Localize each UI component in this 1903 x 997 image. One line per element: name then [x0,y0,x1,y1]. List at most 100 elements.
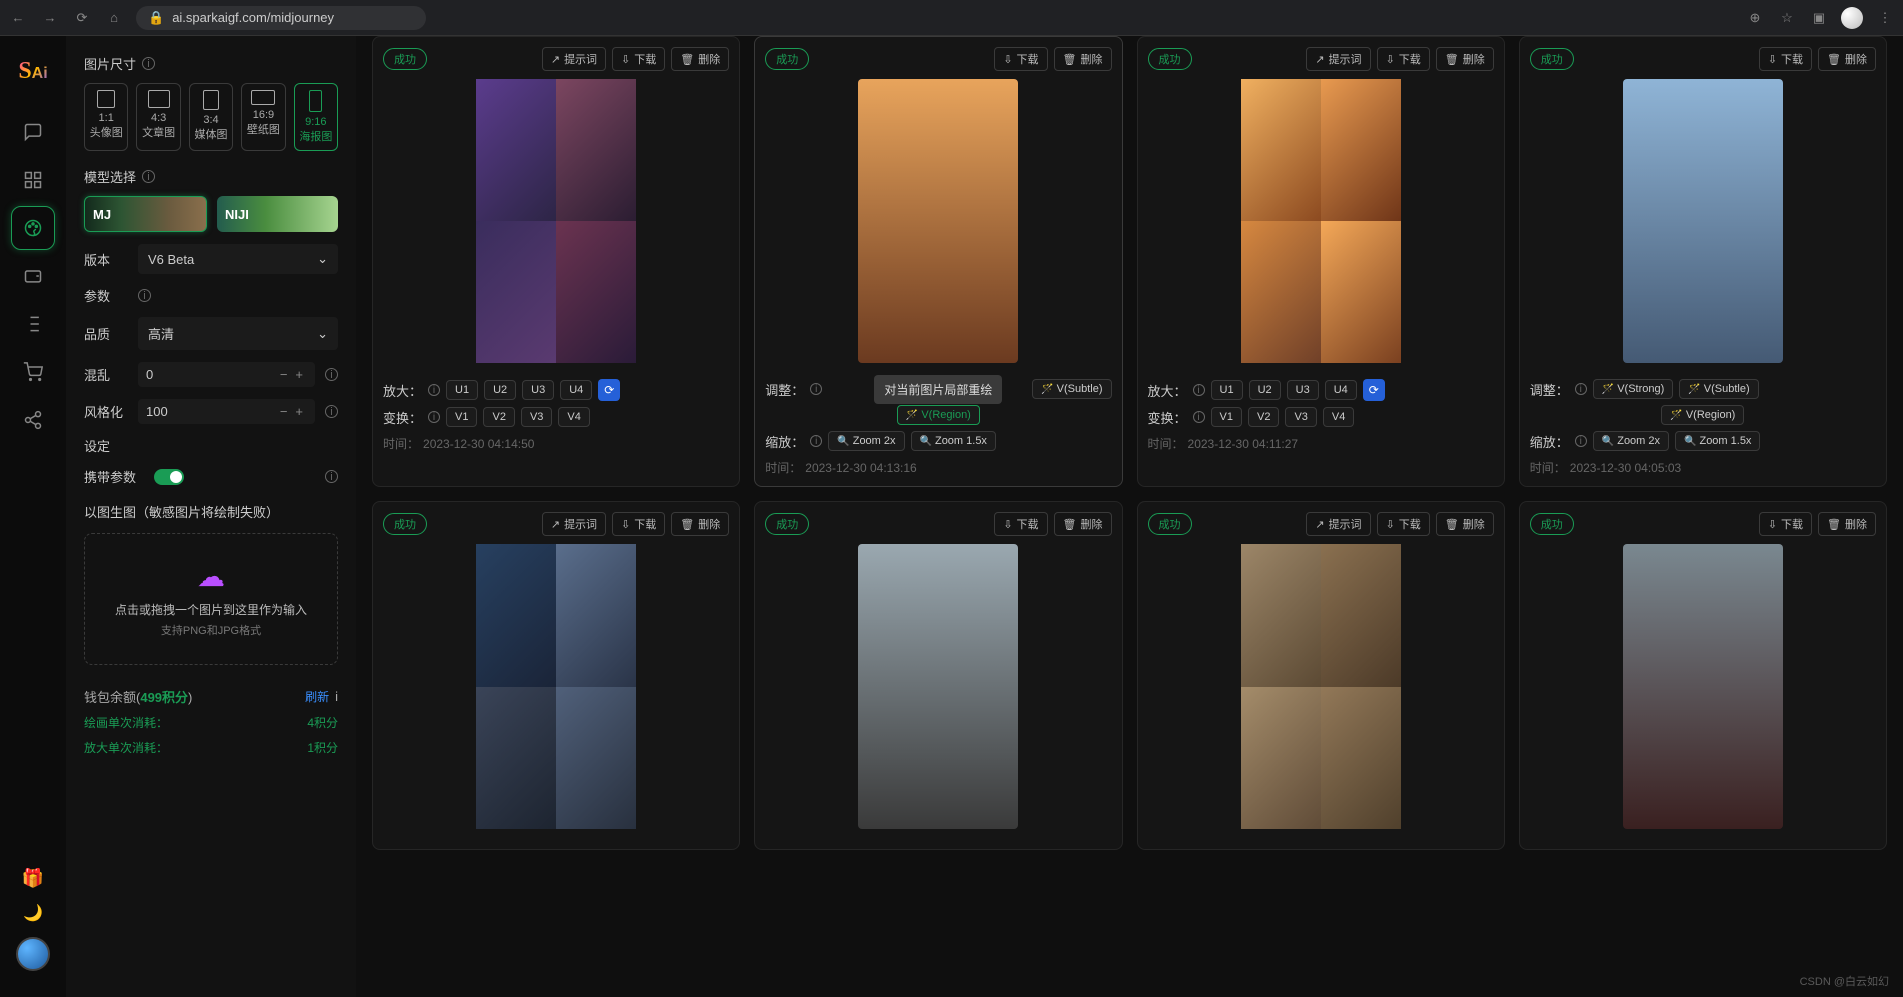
star-icon[interactable]: ☆ [1777,10,1797,26]
info-icon[interactable]: i [335,689,338,704]
prompt-button[interactable]: ↗提示词 [1306,512,1370,536]
info-icon[interactable]: i [1193,411,1205,423]
v3-button[interactable]: V3 [1285,407,1316,427]
download-button[interactable]: ⇩下载 [994,47,1047,71]
nav-chat[interactable] [11,110,55,154]
nav-draw[interactable] [11,206,55,250]
delete-button[interactable]: 🗑删除 [1818,512,1876,536]
info-icon[interactable]: i [810,435,822,447]
url-bar[interactable]: 🔒 ai.sparkaigf.com/midjourney [136,6,426,30]
prompt-button[interactable]: ↗提示词 [542,512,606,536]
back-icon[interactable]: ← [8,10,28,25]
download-button[interactable]: ⇩下载 [612,47,665,71]
u3-button[interactable]: U3 [522,380,554,400]
info-icon[interactable]: i [428,384,440,396]
size-4-3[interactable]: 4:3文章图 [136,83,180,151]
theme-toggle-icon[interactable]: 🌙 [23,903,43,923]
menu-icon[interactable]: ⋮ [1875,10,1895,26]
result-image[interactable] [476,79,636,363]
download-button[interactable]: ⇩下载 [1377,512,1430,536]
delete-button[interactable]: 🗑删除 [1436,47,1494,71]
prompt-button[interactable]: ↗提示词 [542,47,606,71]
u1-button[interactable]: U1 [1211,380,1243,400]
v4-button[interactable]: V4 [558,407,589,427]
download-button[interactable]: ⇩下载 [1759,512,1812,536]
reroll-button[interactable]: ⟳ [1363,379,1385,401]
model-mj[interactable]: MJ [84,196,207,232]
vsubtle-button[interactable]: V(Subtle) [1679,379,1758,399]
u4-button[interactable]: U4 [560,380,592,400]
size-16-9[interactable]: 16:9壁纸图 [241,83,285,151]
zoom15x-button[interactable]: Zoom 1.5x [1675,431,1760,451]
download-button[interactable]: ⇩下载 [1377,47,1430,71]
info-icon[interactable]: i [325,405,338,418]
zoom2x-button[interactable]: Zoom 2x [828,431,904,451]
download-button[interactable]: ⇩下载 [612,512,665,536]
vstrong-button[interactable]: V(Strong) [1593,379,1674,399]
quality-select[interactable]: 高清⌄ [138,317,338,350]
info-icon[interactable]: i [142,57,155,70]
size-9-16[interactable]: 9:16海报图 [294,83,338,151]
v2-button[interactable]: V2 [483,407,514,427]
info-icon[interactable]: i [428,411,440,423]
nav-apps[interactable] [11,158,55,202]
delete-button[interactable]: 🗑删除 [1054,512,1112,536]
zoom-icon[interactable]: ⊕ [1745,10,1765,26]
delete-button[interactable]: 🗑删除 [1818,47,1876,71]
delete-button[interactable]: 🗑删除 [671,47,729,71]
version-select[interactable]: V6 Beta⌄ [138,244,338,274]
result-image[interactable] [476,544,636,828]
user-avatar[interactable] [16,937,50,971]
app-logo[interactable]: SAi [12,50,54,92]
home-icon[interactable]: ⌂ [104,10,124,25]
info-icon[interactable]: i [325,368,338,381]
model-niji[interactable]: NIJI [217,196,338,232]
wallet-refresh[interactable]: 刷新 [305,688,329,705]
result-image[interactable] [1241,79,1401,363]
vsubtle-button[interactable]: V(Subtle) [1032,379,1111,399]
result-image[interactable] [858,544,1018,828]
vregion-button[interactable]: V(Region) [1661,405,1744,425]
u4-button[interactable]: U4 [1325,380,1357,400]
info-icon[interactable]: i [138,289,151,302]
download-button[interactable]: ⇩下载 [1759,47,1812,71]
vregion-button[interactable]: V(Region) [897,405,980,425]
result-image[interactable] [1623,79,1783,363]
result-image[interactable] [1241,544,1401,828]
delete-button[interactable]: 🗑删除 [1436,512,1494,536]
u2-button[interactable]: U2 [484,380,516,400]
forward-icon[interactable]: → [40,10,60,25]
size-3-4[interactable]: 3:4媒体图 [189,83,233,151]
info-icon[interactable]: i [1575,383,1587,395]
delete-button[interactable]: 🗑删除 [1054,47,1112,71]
panel-icon[interactable]: ▣ [1809,10,1829,26]
profile-avatar[interactable] [1841,7,1863,29]
nav-cart[interactable] [11,350,55,394]
v1-button[interactable]: V1 [446,407,477,427]
nav-flow[interactable] [11,302,55,346]
v2-button[interactable]: V2 [1248,407,1279,427]
nav-share[interactable] [11,398,55,442]
zoom2x-button[interactable]: Zoom 2x [1593,431,1669,451]
carry-toggle[interactable] [154,469,184,485]
gift-icon[interactable]: 🎁 [22,868,44,889]
download-button[interactable]: ⇩下载 [994,512,1047,536]
result-image[interactable] [858,79,1018,363]
v3-button[interactable]: V3 [521,407,552,427]
reroll-button[interactable]: ⟳ [598,379,620,401]
prompt-button[interactable]: ↗提示词 [1306,47,1370,71]
size-1-1[interactable]: 1:1头像图 [84,83,128,151]
result-image[interactable] [1623,544,1783,828]
nav-wallet[interactable] [11,254,55,298]
u1-button[interactable]: U1 [446,380,478,400]
info-icon[interactable]: i [325,470,338,483]
info-icon[interactable]: i [142,170,155,183]
v1-button[interactable]: V1 [1211,407,1242,427]
info-icon[interactable]: i [1193,384,1205,396]
info-icon[interactable]: i [810,383,822,395]
u2-button[interactable]: U2 [1249,380,1281,400]
zoom15x-button[interactable]: Zoom 1.5x [911,431,996,451]
style-input[interactable]: 100−+ [138,399,315,424]
info-icon[interactable]: i [1575,435,1587,447]
upload-dropzone[interactable]: ☁︎ 点击或拖拽一个图片到这里作为输入 支持PNG和JPG格式 [84,533,338,665]
